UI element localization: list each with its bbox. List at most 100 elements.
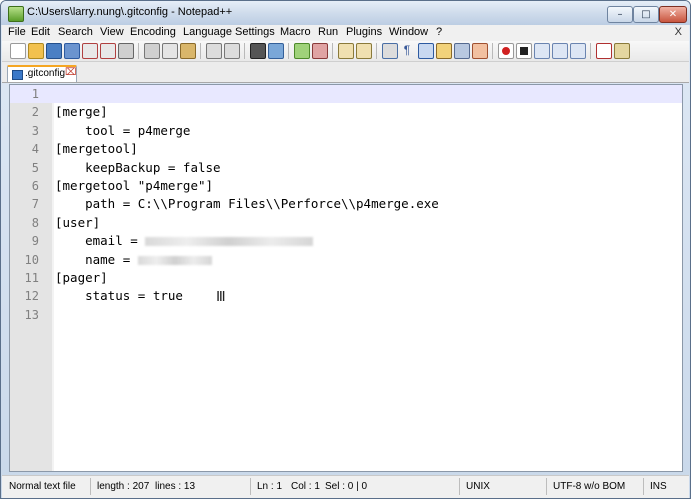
toolbar-separator [492, 43, 493, 59]
sync-vertical-icon[interactable] [338, 43, 354, 59]
cut-icon[interactable] [144, 43, 160, 59]
line-text: status = true [55, 288, 183, 304]
menu-window[interactable]: Window [389, 26, 428, 38]
zoom-in-icon[interactable] [294, 43, 310, 59]
menu-help[interactable]: ? [436, 26, 442, 38]
line-text: path = C:\\Program Files\\Perforce\\p4me… [55, 196, 439, 212]
status-separator [90, 478, 91, 495]
paste-icon[interactable] [180, 43, 196, 59]
line-text: email = [55, 232, 314, 250]
zoom-out-icon[interactable] [312, 43, 328, 59]
line-text: name = [55, 251, 212, 269]
save-all-icon[interactable] [64, 43, 80, 59]
menu-plugins[interactable]: Plugins [346, 26, 382, 38]
doc-map-icon[interactable] [454, 43, 470, 59]
save-macro-icon[interactable] [570, 43, 586, 59]
line-text: [pager] [55, 270, 108, 285]
line-text-content: name = [55, 251, 138, 267]
line-text: [user] [55, 214, 101, 230]
line-number: 12 [24, 289, 39, 304]
editor-line[interactable]: 11 [pager] [10, 269, 682, 287]
copy-icon[interactable] [162, 43, 178, 59]
menu-run[interactable]: Run [318, 26, 338, 38]
close-file-icon[interactable] [82, 43, 98, 59]
close-document-icon[interactable]: X [675, 26, 682, 38]
replace-icon[interactable] [268, 43, 284, 59]
editor-line[interactable]: 8 [user] [10, 214, 682, 232]
stop-recording-icon[interactable] [516, 43, 532, 59]
find-icon[interactable] [250, 43, 266, 59]
status-separator [546, 478, 547, 495]
status-insert-mode[interactable]: INS [650, 481, 667, 492]
status-selection: Sel : 0 | 0 [325, 481, 368, 492]
editor-line[interactable]: 2 [merge] [10, 103, 682, 121]
text-cursor-icon: Ⅲ [216, 289, 226, 305]
line-text-content: email = [55, 233, 146, 249]
line-text: keepBackup = false [55, 159, 221, 175]
editor-line[interactable]: 6 [mergetool "p4merge"] [10, 177, 682, 195]
close-button[interactable]: ✕ [659, 6, 687, 23]
editor-line[interactable]: 3 tool = p4merge [10, 122, 682, 140]
toolbar-separator [200, 43, 201, 59]
maximize-button[interactable]: □ [633, 6, 659, 23]
toolbar-separator [376, 43, 377, 59]
menu-view[interactable]: View [100, 26, 124, 38]
status-bar: Normal text file length : 207 lines : 13… [2, 475, 689, 498]
line-number: 11 [24, 271, 39, 285]
menu-language[interactable]: Language [183, 26, 232, 38]
line-number: 5 [31, 160, 39, 175]
save-icon[interactable] [46, 43, 62, 59]
tab-close-icon[interactable]: ⌧ [65, 67, 77, 78]
editor-line[interactable]: 5 keepBackup = false [10, 159, 682, 177]
toolbar-separator [590, 43, 591, 59]
playback-macro-icon[interactable] [534, 43, 550, 59]
status-eol-format[interactable]: UNIX [466, 481, 490, 492]
minimize-button[interactable]: – [607, 6, 633, 23]
close-all-icon[interactable] [100, 43, 116, 59]
spell-check-options-icon[interactable] [614, 43, 630, 59]
status-separator [250, 478, 251, 495]
sync-horizontal-icon[interactable] [356, 43, 372, 59]
status-column: Col : 1 [291, 481, 320, 492]
undo-icon[interactable] [206, 43, 222, 59]
run-macro-multiple-icon[interactable] [552, 43, 568, 59]
indent-guide-icon[interactable] [418, 43, 434, 59]
open-file-icon[interactable] [28, 43, 44, 59]
editor-line[interactable]: 9 email = [10, 232, 682, 250]
spell-check-icon[interactable] [596, 43, 612, 59]
menu-file[interactable]: File [8, 26, 26, 38]
editor-line[interactable]: 1 [10, 85, 682, 103]
redacted-name [137, 255, 212, 265]
editor-line[interactable]: 12 status = true [10, 287, 682, 305]
editor-line[interactable]: 7 path = C:\\Program Files\\Perforce\\p4… [10, 195, 682, 213]
line-number: 13 [24, 307, 39, 322]
function-list-icon[interactable] [472, 43, 488, 59]
toolbar-separator [288, 43, 289, 59]
menu-edit[interactable]: Edit [31, 26, 50, 38]
editor-line[interactable]: 10 name = [10, 251, 682, 269]
print-icon[interactable] [118, 43, 134, 59]
menu-macro[interactable]: Macro [280, 26, 311, 38]
line-number: 10 [24, 252, 39, 267]
record-macro-icon[interactable] [498, 43, 514, 59]
notepadpp-icon [8, 6, 24, 22]
redo-icon[interactable] [224, 43, 240, 59]
editor-line[interactable]: 13 [10, 306, 682, 324]
user-defined-language-icon[interactable] [436, 43, 452, 59]
line-text: [mergetool "p4merge"] [55, 178, 214, 193]
editor[interactable]: 1 2 [merge] 3 tool = p4merge 4 [mergetoo… [9, 84, 683, 472]
word-wrap-icon[interactable] [382, 43, 398, 59]
tab-gitconfig[interactable]: .gitconfig ⌧ [7, 65, 77, 82]
line-text: [merge] [55, 104, 108, 120]
status-encoding[interactable]: UTF-8 w/o BOM [553, 481, 625, 492]
menu-encoding[interactable]: Encoding [130, 26, 176, 38]
new-file-icon[interactable] [10, 43, 26, 59]
editor-line[interactable]: 4 [mergetool] [10, 140, 682, 158]
show-all-chars-icon[interactable]: ¶ [400, 43, 414, 57]
line-number: 1 [31, 87, 39, 101]
menu-settings[interactable]: Settings [235, 26, 275, 38]
close-icon: ✕ [668, 9, 678, 20]
status-length: length : 207 [97, 481, 150, 492]
menu-search[interactable]: Search [58, 26, 93, 38]
title-bar: C:\Users\larry.nung\.gitconfig - Notepad… [1, 1, 690, 25]
